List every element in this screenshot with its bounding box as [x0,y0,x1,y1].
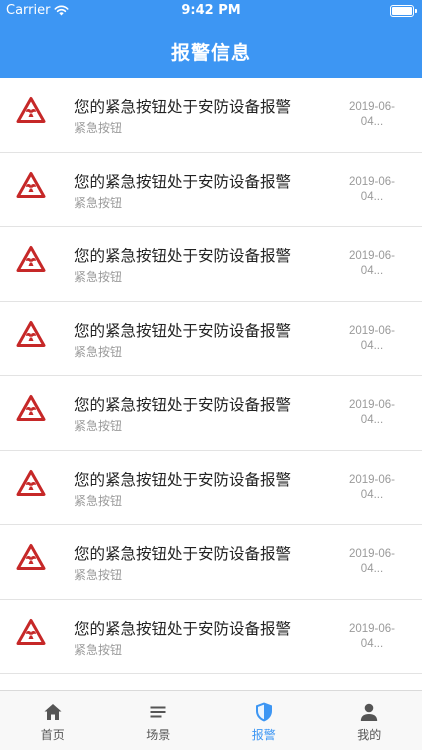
battery-icon [390,5,417,17]
alarm-list[interactable]: 您的紧急按钮处于安防设备报警 紧急按钮 2019-06- 04... 您的紧急按… [0,78,422,690]
alarm-title: 您的紧急按钮处于安防设备报警 [74,247,292,265]
tab-home-label: 首页 [40,728,65,742]
alarm-list-item[interactable]: 您的紧急按钮处于安防设备报警 紧急按钮 2019-06- 04... [0,78,422,153]
person-icon [361,703,378,721]
alarm-date-line1: 2019-06- [348,250,396,262]
alarm-device: 紧急按钮 [74,121,123,135]
alarm-date-line1: 2019-06- [348,324,396,337]
hazard-warning-icon [16,320,46,347]
hazard-warning-icon [16,469,46,496]
alarm-date-line2: 04... [360,637,384,650]
alarm-list-item[interactable]: 您的紧急按钮处于安防设备报警 紧急按钮 2019-06- 04... [0,227,422,302]
alarm-title: 您的紧急按钮处于安防设备报警 [74,321,292,340]
alarm-date: 2019-06- 04... [342,249,402,279]
alarm-title: 您的紧急按钮处于安防设备报警 [74,396,292,414]
hazard-warning-icon [16,171,46,198]
alarm-date: 2019-06- 04... [342,398,402,428]
alarm-date-line1: 2019-06- [348,622,396,635]
home-icon [44,704,62,720]
alarm-list-item[interactable]: 您的紧急按钮处于安防设备报警 紧急按钮 2019-06- 04... [0,152,422,227]
alarm-date-line1: 2019-06- [348,101,396,113]
alarm-date-line2: 04... [360,488,384,501]
hazard-warning-icon [16,395,46,421]
alarm-device: 紧急按钮 [74,493,123,508]
alarm-list-item[interactable]: 您的紧急按钮处于安防设备报警 紧急按钮 2019-06- 04... [0,301,422,376]
alarm-title: 您的紧急按钮处于安防设备报警 [74,470,292,489]
alarm-device: 紧急按钮 [74,642,123,657]
alarm-device: 紧急按钮 [74,568,123,582]
hazard-warning-icon [16,246,46,272]
alarm-title: 您的紧急按钮处于安防设备报警 [74,619,292,638]
alarm-date-line2: 04... [360,563,384,575]
alarm-title: 您的紧急按钮处于安防设备报警 [74,172,292,191]
alarm-date-line2: 04... [360,265,384,277]
tab-home[interactable]: 首页 [0,691,106,750]
alarm-date-line2: 04... [360,190,384,203]
alarm-title: 您的紧急按钮处于安防设备报警 [74,98,292,116]
alarm-date-line2: 04... [360,414,384,426]
tab-alarms[interactable]: 报警 [211,691,317,750]
tab-mine[interactable]: 我的 [317,691,422,750]
navigation-header: Carrier 9:42 PM 报警信息 [0,0,422,78]
alarm-date-line1: 2019-06- [348,175,396,188]
alarm-list-item[interactable]: 您的紧急按钮处于安防设备报警 紧急按钮 2019-06- 04... [0,376,422,451]
hazard-warning-icon [16,97,46,123]
alarm-device: 紧急按钮 [74,195,123,210]
alarm-list-item[interactable]: 您的紧急按钮处于安防设备报警 紧急按钮 2019-06- 04... [0,450,422,525]
status-bar: Carrier 9:42 PM [0,0,422,22]
alarm-list-item[interactable]: 您的紧急按钮处于安防设备报警 紧急按钮 2019-06- 04... [0,599,422,674]
alarm-list-item[interactable]: 您的紧急按钮处于安防设备报警 紧急按钮 2019-06- 04... [0,525,422,600]
alarm-date: 2019-06- 04... [342,100,402,130]
alarm-date-line1: 2019-06- [348,399,396,411]
alarm-date: 2019-06- 04... [342,622,402,652]
alarm-title: 您的紧急按钮处于安防设备报警 [74,545,292,563]
tab-scenes[interactable]: 场景 [106,691,212,750]
menu-lines-icon [150,706,166,718]
alarm-device: 紧急按钮 [74,344,123,359]
alarm-date: 2019-06- 04... [342,175,402,205]
alarm-device: 紧急按钮 [74,419,123,433]
alarm-date-line1: 2019-06- [348,548,396,560]
shield-icon [255,702,272,722]
tab-scenes-label: 场景 [146,728,171,742]
alarm-date-line2: 04... [360,116,384,128]
hazard-warning-icon [16,618,46,645]
hazard-warning-icon [16,544,46,570]
tab-bar: 首页 场景 报警 我的 [0,690,422,750]
tab-mine-label: 我的 [357,728,382,742]
alarm-date-line2: 04... [360,339,384,352]
alarm-date-line1: 2019-06- [348,473,396,486]
alarm-date: 2019-06- 04... [342,547,402,577]
alarm-device: 紧急按钮 [74,270,123,284]
alarm-date: 2019-06- 04... [342,324,402,354]
tab-alarms-label: 报警 [251,728,276,742]
page-title: 报警信息 [170,42,251,64]
battery-fill [392,7,412,15]
alarm-date: 2019-06- 04... [342,473,402,503]
status-time: 9:42 PM [181,3,241,18]
